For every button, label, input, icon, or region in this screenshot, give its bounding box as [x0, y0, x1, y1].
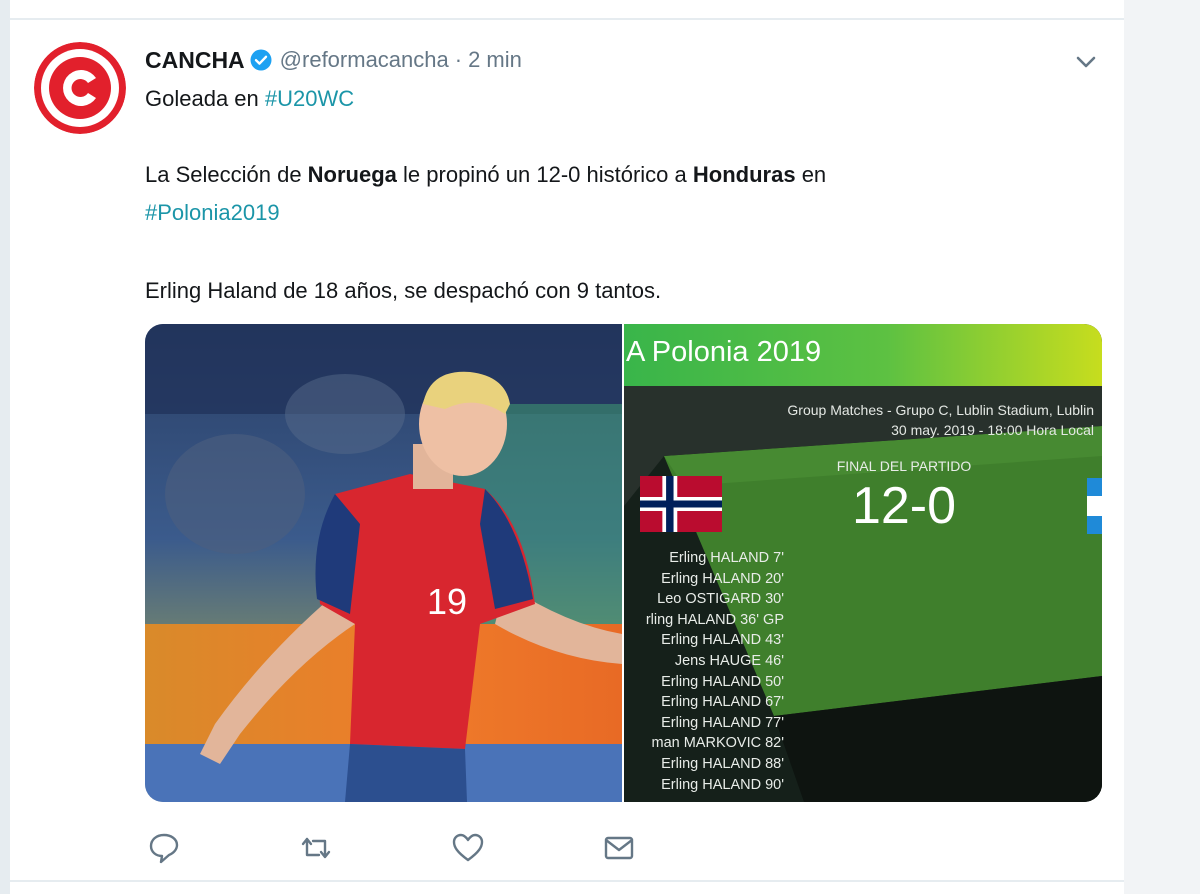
divider [10, 880, 1124, 882]
match-graphic[interactable]: A Polonia 2019 Group Matches - Grupo C, … [624, 324, 1102, 802]
page-gutter [1124, 0, 1200, 894]
bold-text: Noruega [307, 162, 397, 187]
svg-text:19: 19 [427, 581, 467, 622]
tweet-text-line: Goleada en #U20WC [145, 86, 354, 112]
scorer-item: rling HALAND 36' GP [645, 611, 784, 628]
scorer-item: man MARKOVIC 82' [651, 735, 784, 752]
reply-icon[interactable] [147, 831, 181, 865]
author-name[interactable]: CANCHA [145, 47, 245, 74]
author-handle[interactable]: @reformacancha [280, 47, 449, 73]
tweet-text-line: Erling Haland de 18 años, se despachó co… [145, 278, 662, 303]
envelope-icon[interactable] [602, 831, 636, 865]
scorer-item: Erling HALAND 77' [661, 714, 784, 731]
norway-flag-icon [640, 476, 722, 532]
text-segment: le propinó un 12-0 histórico a [396, 162, 693, 187]
hashtag-link[interactable]: #U20WC [265, 86, 354, 111]
scorer-item: Erling HALAND 7' [669, 550, 784, 566]
avatar[interactable] [34, 42, 126, 134]
tweet-media[interactable]: 19 A Polonia 2019 Group Matches - Grupo … [145, 324, 1102, 802]
chevron-down-icon[interactable] [1072, 48, 1100, 76]
heart-icon[interactable] [451, 831, 485, 865]
tweet-text-line: #Polonia2019 [145, 200, 280, 226]
tweet-header: CANCHA @reformacancha · 2 min [145, 44, 522, 76]
bold-text: Honduras [692, 162, 796, 187]
player-photo[interactable]: 19 [145, 324, 622, 802]
match-venue: Group Matches - Grupo C, Lublin Stadium,… [787, 402, 1094, 418]
retweet-icon[interactable] [299, 831, 333, 865]
hashtag-link[interactable]: #Polonia2019 [145, 200, 280, 225]
scorer-item: Erling HALAND 90' [661, 776, 784, 793]
final-label: FINAL DEL PARTIDO [836, 458, 972, 474]
text-segment: en [795, 162, 827, 187]
match-score: 12-0 [851, 477, 957, 535]
graphic-banner: A Polonia 2019 [624, 324, 1102, 386]
tweet-text-line: La Selección de Noruega le propinó un 12… [145, 162, 826, 188]
scorers-list: Erling HALAND 7' Erling HALAND 20' Leo O… [624, 548, 784, 795]
tweet-timestamp[interactable]: 2 min [468, 47, 522, 73]
text-segment: La Selección de [145, 162, 308, 187]
scorer-item: Leo OSTIGARD 30' [657, 591, 784, 608]
text-segment: Goleada en [145, 86, 265, 111]
scorer-item: Erling HALAND 43' [661, 632, 784, 649]
match-date: 30 may. 2019 - 18:00 Hora Local [891, 422, 1094, 438]
verified-badge-icon [250, 49, 272, 71]
honduras-flag-icon [1087, 478, 1102, 534]
scorer-item: Erling HALAND 88' [661, 755, 784, 772]
scorer-item: Jens HAUGE 46' [674, 652, 784, 669]
scorer-item: Erling HALAND 67' [661, 694, 784, 711]
scorer-item: Erling HALAND 50' [661, 673, 784, 690]
separator-dot: · [454, 47, 463, 72]
banner-title: A Polonia 2019 [626, 336, 822, 368]
scorer-item: Erling HALAND 20' [661, 570, 784, 587]
match-info: Group Matches - Grupo C, Lublin Stadium,… [624, 400, 1102, 440]
divider [10, 18, 1124, 20]
